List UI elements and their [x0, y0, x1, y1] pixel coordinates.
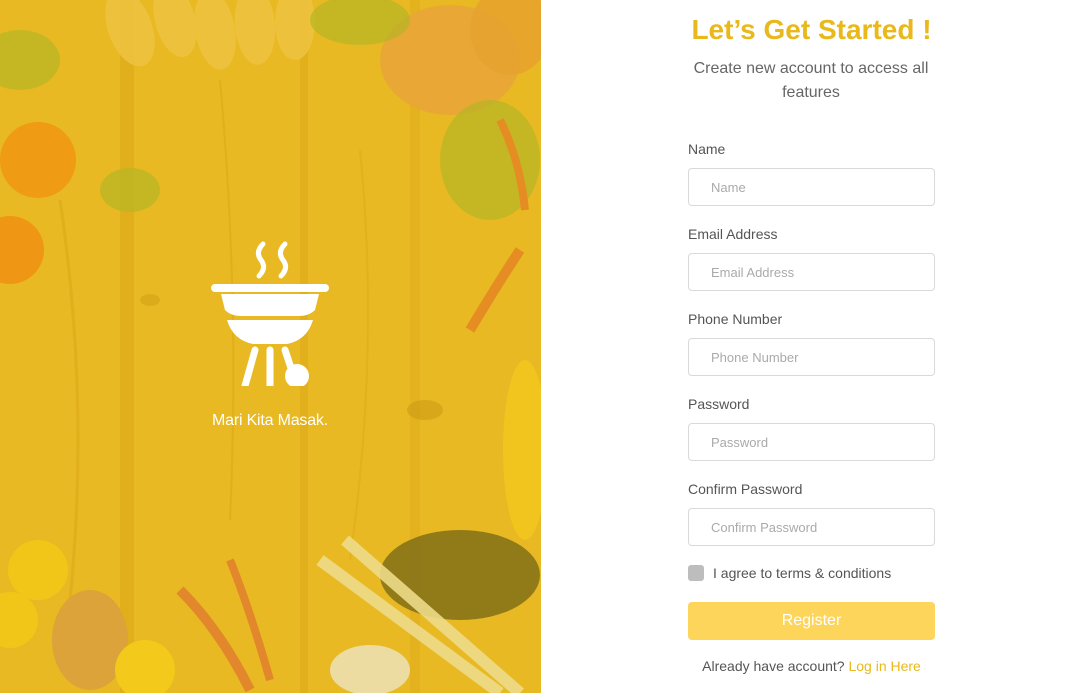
- brand-tagline: Mari Kita Masak.: [212, 412, 328, 429]
- password-label: Password: [688, 396, 750, 412]
- confirm-password-label: Confirm Password: [688, 481, 803, 497]
- login-prompt-text: Already have account?: [702, 658, 845, 674]
- email-label: Email Address: [688, 226, 778, 242]
- grill-icon: [211, 241, 329, 390]
- page-title: Let’s Get Started !: [691, 14, 932, 45]
- name-label: Name: [688, 141, 726, 157]
- confirm-password-input[interactable]: [688, 508, 935, 546]
- register-panel: Let’s Get Started ! Create new account t…: [541, 0, 1082, 693]
- phone-label: Phone Number: [688, 311, 783, 327]
- login-link[interactable]: Log in Here: [848, 658, 920, 674]
- terms-row: I agree to terms & conditions: [688, 565, 891, 581]
- terms-label: I agree to terms & conditions: [713, 565, 892, 581]
- logo: [190, 236, 350, 391]
- email-input[interactable]: [688, 253, 935, 291]
- login-prompt-row: Already have account? Log in Here: [541, 658, 1082, 674]
- page-subtitle: Create new account to access all feature…: [693, 60, 929, 101]
- phone-input[interactable]: [688, 338, 935, 376]
- terms-checkbox[interactable]: [688, 565, 704, 581]
- password-input[interactable]: [688, 423, 935, 461]
- name-input[interactable]: [688, 168, 935, 206]
- register-button[interactable]: Register: [688, 602, 935, 640]
- brand-panel: Mari Kita Masak.: [0, 0, 541, 693]
